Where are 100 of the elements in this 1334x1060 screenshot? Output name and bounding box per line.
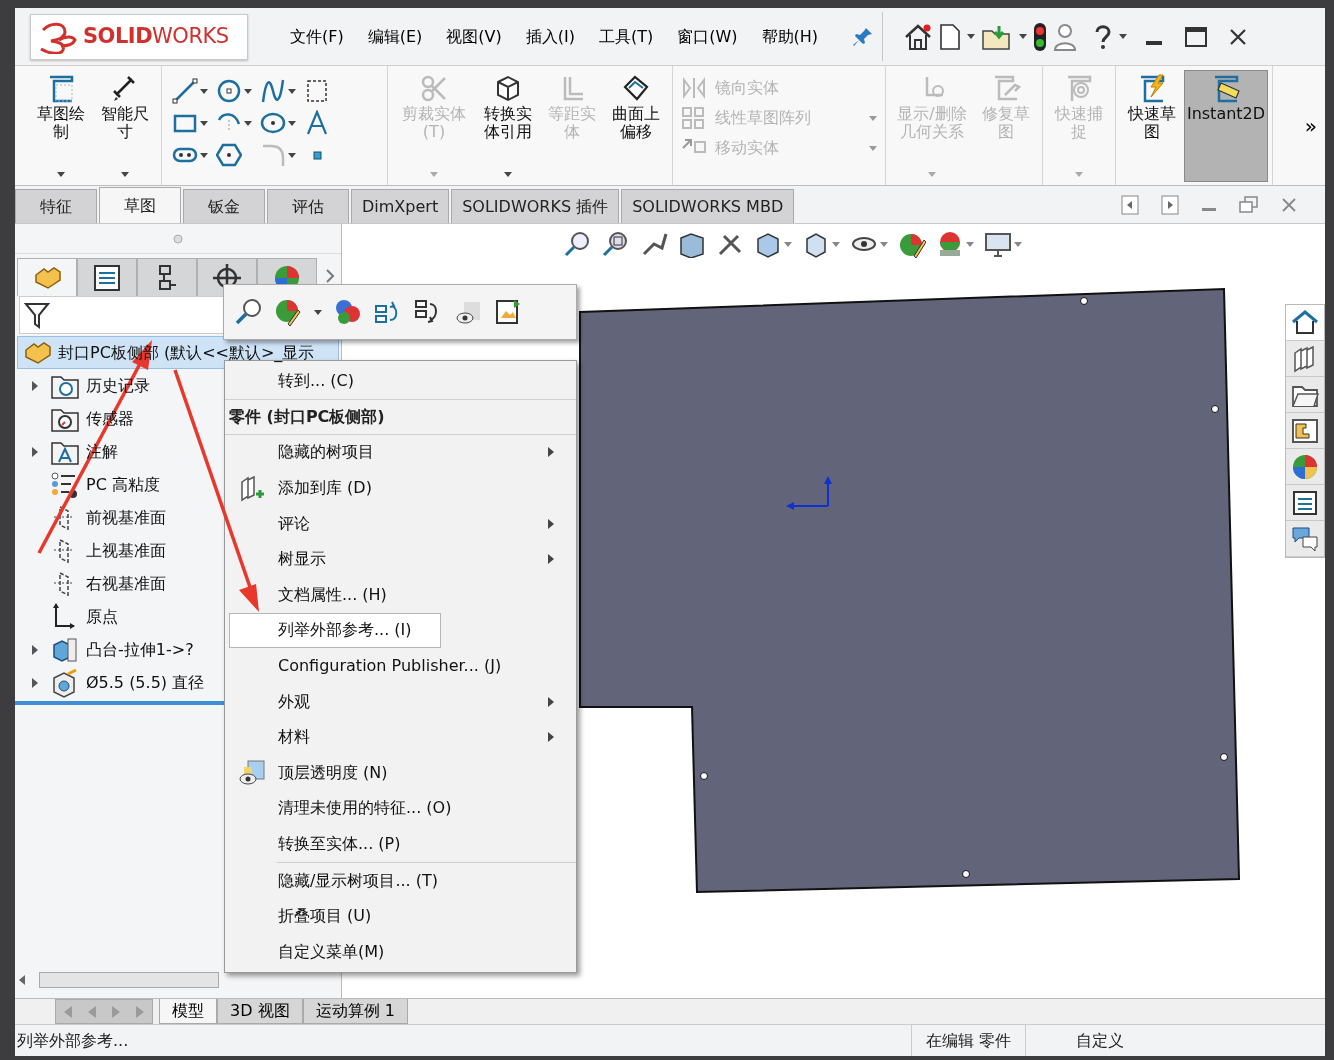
ribbon-button[interactable]: 曲面上偏移 — [604, 70, 668, 182]
ribbon-button[interactable]: Instant2D — [1184, 70, 1268, 182]
view-palette-icon — [1291, 416, 1319, 445]
document-image-icon[interactable] — [494, 298, 522, 326]
view-orientation-icon[interactable] — [754, 230, 782, 258]
menu-item[interactable]: 文档属性... (H) — [225, 576, 576, 613]
close-icon[interactable] — [1229, 27, 1247, 46]
appearance-icon[interactable] — [274, 298, 302, 326]
submenu-arrow-icon — [547, 446, 555, 459]
overflow-button[interactable]: » — [1298, 109, 1325, 142]
command-tab[interactable]: 钣金 — [183, 189, 265, 223]
tile-right-icon[interactable] — [1161, 194, 1179, 215]
bottom-tab[interactable]: 模型 — [159, 999, 217, 1024]
add-to-library-icon — [238, 474, 266, 502]
construction-icon[interactable] — [304, 78, 330, 104]
mirror-icon — [681, 76, 707, 100]
color-balls-icon[interactable] — [334, 298, 362, 326]
help-icon[interactable] — [1093, 23, 1113, 50]
section-view-icon[interactable] — [678, 230, 706, 258]
submenu-arrow-icon — [547, 695, 555, 708]
command-tab[interactable]: 特征 — [15, 189, 97, 223]
menu-item[interactable]: 自定义菜单(M) — [225, 933, 576, 970]
polygon-icon[interactable] — [216, 142, 242, 168]
menu-item[interactable]: 帮助(H) — [749, 24, 830, 49]
menu-item[interactable]: 顶层透明度 (N) — [225, 754, 576, 791]
caret-icon[interactable] — [967, 34, 975, 39]
circle-icon[interactable] — [216, 78, 242, 104]
menu-item[interactable]: 材料 — [225, 719, 576, 755]
expand-arrow-icon[interactable] — [31, 676, 39, 689]
expand-arrow-icon[interactable] — [31, 445, 39, 458]
menu-item[interactable]: 文件(F) — [278, 24, 356, 49]
menu-item[interactable]: 折叠项目 (U) — [225, 898, 576, 934]
menu-item[interactable]: 插入(I) — [513, 24, 587, 49]
tile-left-icon[interactable] — [1121, 194, 1139, 215]
caret-icon[interactable] — [121, 172, 129, 177]
restore-icon[interactable] — [1239, 195, 1259, 214]
spline-icon[interactable] — [260, 78, 286, 104]
caret-icon[interactable] — [288, 152, 296, 158]
command-tab[interactable]: SOLIDWORKS MBD — [621, 189, 795, 223]
home-icon[interactable] — [903, 22, 933, 51]
caret-icon[interactable] — [200, 120, 208, 126]
menu-item[interactable]: 外观 — [225, 683, 576, 720]
caret-icon[interactable] — [57, 172, 65, 177]
maximize-icon[interactable] — [1185, 26, 1207, 47]
caret-icon[interactable] — [1119, 34, 1127, 39]
line-icon[interactable] — [172, 78, 198, 104]
text-icon[interactable] — [304, 110, 330, 136]
caret-icon[interactable] — [244, 120, 252, 126]
ribbon-button[interactable]: 草图绘制 — [29, 70, 93, 182]
menu-item[interactable]: 视图(V) — [434, 24, 514, 49]
monitor-icon[interactable] — [984, 230, 1012, 258]
menu-item[interactable]: 隐藏/显示树项目... (T) — [225, 862, 576, 899]
menu-item[interactable]: 工具(T) — [586, 24, 666, 49]
grip-icon[interactable] — [173, 233, 183, 244]
caret-icon[interactable] — [1019, 34, 1027, 39]
command-tab[interactable]: 评估 — [267, 189, 349, 223]
traffic-light-icon[interactable] — [1033, 21, 1047, 52]
panel-tab[interactable] — [77, 258, 137, 296]
menu-item[interactable]: 编辑(E) — [355, 24, 435, 49]
caret-icon[interactable] — [244, 88, 252, 94]
menu-item[interactable]: 隐藏的树项目 — [225, 434, 576, 471]
caret-icon[interactable] — [288, 120, 296, 126]
ribbon-button[interactable]: 转换实体引用 — [476, 70, 540, 182]
expand-arrow-icon[interactable] — [31, 643, 39, 656]
task-pane-tab[interactable] — [1286, 305, 1324, 341]
menu-item[interactable]: 评论 — [225, 505, 576, 542]
menu-item[interactable]: 添加到库 (D) — [225, 470, 576, 506]
scroll-left-icon[interactable] — [17, 974, 27, 986]
caret-icon[interactable] — [200, 88, 208, 94]
zoom-to-selection-icon[interactable] — [234, 298, 262, 326]
status-text: 在编辑 零件 — [910, 1025, 1025, 1056]
pattern-icon — [681, 106, 707, 130]
new-document-icon[interactable] — [939, 22, 961, 51]
menu-item[interactable]: 清理未使用的特征... (O) — [225, 790, 576, 827]
scrollbar-thumb[interactable] — [39, 972, 219, 988]
command-tab[interactable]: 草图 — [99, 187, 181, 223]
trim-icon — [419, 73, 449, 103]
ribbon-button[interactable]: 快速草图 — [1120, 70, 1184, 182]
bottom-tab[interactable]: 运动算例 1 — [302, 999, 408, 1024]
command-tab[interactable]: DimXpert — [351, 189, 450, 223]
zoom-fit-icon[interactable] — [564, 230, 592, 258]
ellipse-icon[interactable] — [260, 110, 286, 136]
chevron-icon[interactable] — [325, 268, 335, 284]
user-icon[interactable] — [1053, 21, 1077, 52]
menu-item[interactable]: 窗口(W) — [665, 24, 750, 49]
menu-item[interactable]: 转换至实体... (P) — [225, 826, 576, 862]
caret-icon[interactable] — [288, 88, 296, 94]
menu-item[interactable]: 列举外部参考... (I) — [229, 612, 441, 649]
menu-item[interactable]: Configuration Publisher... (J) — [225, 648, 576, 684]
expand-arrow-icon[interactable] — [31, 379, 39, 392]
caret-icon[interactable] — [314, 309, 322, 315]
zoom-area-icon[interactable] — [602, 230, 630, 258]
menu-item[interactable]: 树显示 — [225, 541, 576, 577]
panel-tab[interactable] — [137, 258, 197, 296]
bottom-tab[interactable]: 3D 视图 — [217, 999, 303, 1024]
caret-icon[interactable] — [504, 172, 512, 177]
ribbon-button[interactable]: 智能尺寸 — [93, 70, 157, 182]
caret-icon[interactable] — [200, 152, 208, 158]
pin-icon[interactable] — [852, 25, 874, 48]
command-tab[interactable]: SOLIDWORKS 插件 — [451, 189, 620, 223]
